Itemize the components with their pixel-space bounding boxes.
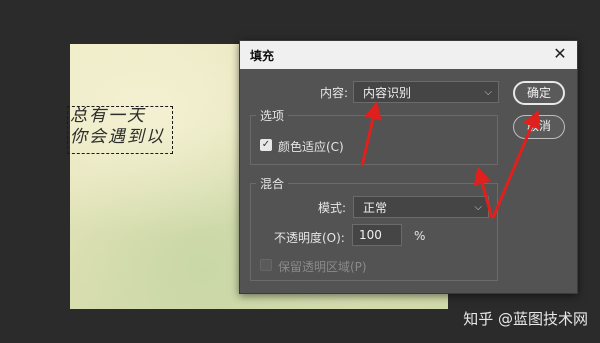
opacity-input[interactable]: 100 — [352, 224, 402, 246]
color-adapt-checkbox[interactable]: ✓ — [260, 139, 272, 151]
mode-label: 模式: — [318, 201, 347, 215]
cancel-button[interactable]: 取消 — [513, 115, 565, 139]
fill-dialog: 填充 ✕ 内容: 内容识别 ⌵ 选项 ✓ 颜色适应(C) 混合 模式: 正常 ⌵… — [239, 40, 578, 294]
opacity-label: 不透明度(O): — [274, 231, 345, 245]
chevron-down-icon: ⌵ — [474, 202, 482, 213]
dialog-titlebar: 填充 ✕ — [240, 41, 577, 69]
check-icon: ✓ — [261, 139, 271, 150]
watermark: 知乎 @蓝图技术网 — [463, 310, 588, 328]
mode-select-value: 正常 — [363, 201, 388, 215]
opacity-value: 100 — [359, 228, 382, 242]
canvas-text: 总有一天 你会遇到以 — [70, 106, 165, 147]
content-select-value: 内容识别 — [363, 86, 412, 100]
blend-group-title: 混合 — [256, 175, 289, 192]
color-adapt-label: 颜色适应(C) — [278, 140, 344, 154]
close-icon[interactable]: ✕ — [551, 45, 569, 63]
dialog-title: 填充 — [250, 49, 275, 63]
preserve-transparency-label: 保留透明区域(P) — [278, 260, 367, 274]
options-group-title: 选项 — [256, 107, 289, 124]
content-select[interactable]: 内容识别 ⌵ — [353, 81, 499, 103]
preserve-transparency-checkbox[interactable] — [260, 259, 272, 271]
content-label: 内容: — [320, 86, 349, 100]
chevron-down-icon: ⌵ — [484, 87, 492, 98]
mode-select[interactable]: 正常 ⌵ — [353, 196, 489, 218]
opacity-unit: % — [414, 229, 426, 243]
ok-button[interactable]: 确定 — [513, 81, 565, 105]
